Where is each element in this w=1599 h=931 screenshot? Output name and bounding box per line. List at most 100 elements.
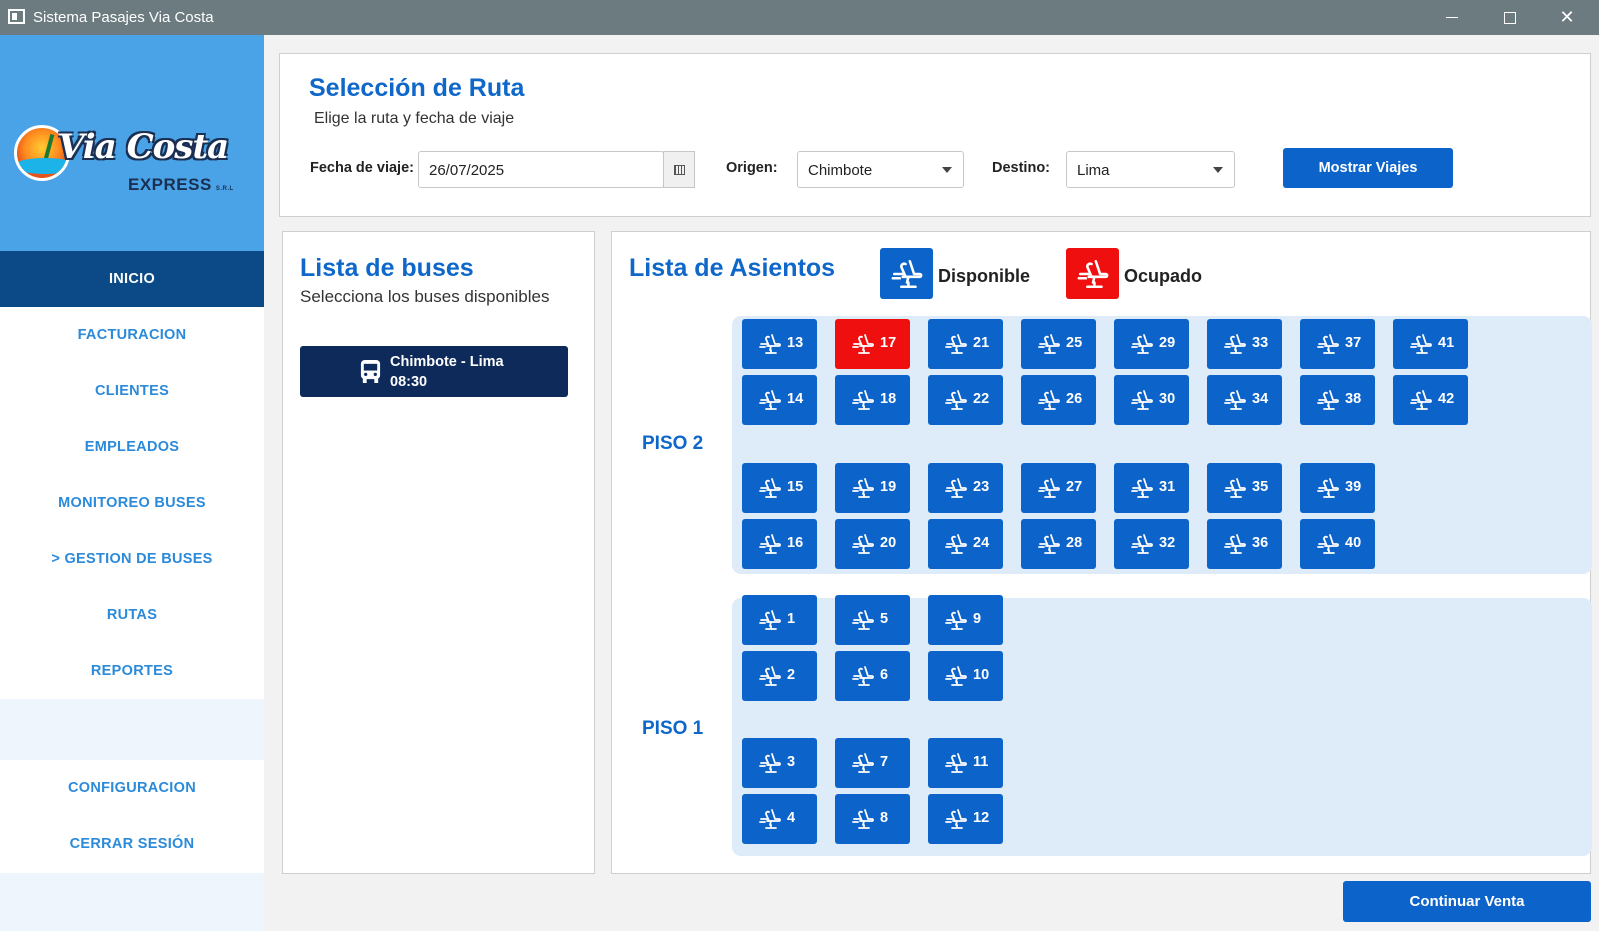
seat-number: 25 [1066, 335, 1083, 351]
seat-10[interactable]: 10 [928, 651, 1003, 701]
seat-23[interactable]: 23 [928, 463, 1003, 513]
sidebar-item-clientes[interactable]: CLIENTES [0, 363, 264, 419]
seat-12[interactable]: 12 [928, 794, 1003, 844]
maximize-button[interactable] [1485, 0, 1535, 35]
seat-19[interactable]: 19 [835, 463, 910, 513]
seat-icon [1131, 390, 1153, 410]
seat-20[interactable]: 20 [835, 519, 910, 569]
bus-route: Chimbote - Lima [390, 354, 504, 370]
seat-16[interactable]: 16 [742, 519, 817, 569]
seat-number: 8 [880, 810, 889, 826]
sidebar-item-monitoreo-buses[interactable]: MONITOREO BUSES [0, 475, 264, 531]
seat-31[interactable]: 31 [1114, 463, 1189, 513]
seat-number: 19 [880, 479, 897, 495]
seat-26[interactable]: 26 [1021, 375, 1096, 425]
seat-icon [852, 534, 874, 554]
seat-37[interactable]: 37 [1300, 319, 1375, 369]
seat-38[interactable]: 38 [1300, 375, 1375, 425]
minimize-button[interactable] [1427, 0, 1477, 35]
destination-value: Lima [1077, 162, 1110, 179]
seat-9[interactable]: 9 [928, 595, 1003, 645]
seat-number: 32 [1159, 535, 1176, 551]
title-bar: Sistema Pasajes Via Costa ✕ [0, 0, 1599, 35]
seat-42[interactable]: 42 [1393, 375, 1468, 425]
bus-list-title: Lista de buses [300, 254, 474, 282]
seat-list-panel: Lista de Asientos Disponible Ocupado PIS… [611, 231, 1592, 874]
chevron-down-icon [1213, 167, 1223, 173]
seat-icon [759, 534, 781, 554]
seat-30[interactable]: 30 [1114, 375, 1189, 425]
seat-18[interactable]: 18 [835, 375, 910, 425]
seat-icon [852, 334, 874, 354]
seat-icon [759, 610, 781, 630]
sidebar-item-facturacion[interactable]: FACTURACION [0, 307, 264, 363]
seat-icon [1224, 390, 1246, 410]
seat-icon [759, 753, 781, 773]
seat-39[interactable]: 39 [1300, 463, 1375, 513]
seat-41[interactable]: 41 [1393, 319, 1468, 369]
seat-number: 11 [973, 754, 989, 770]
seat-14[interactable]: 14 [742, 375, 817, 425]
seat-28[interactable]: 28 [1021, 519, 1096, 569]
origin-label: Origen: [726, 160, 778, 176]
seat-17[interactable]: 17 [835, 319, 910, 369]
seat-22[interactable]: 22 [928, 375, 1003, 425]
seat-4[interactable]: 4 [742, 794, 817, 844]
seat-number: 40 [1345, 535, 1362, 551]
seat-number: 13 [787, 335, 804, 351]
seat-1[interactable]: 1 [742, 595, 817, 645]
legend-occupied-label: Ocupado [1124, 266, 1203, 286]
calendar-icon [673, 164, 685, 175]
sidebar-item-gestion-de-buses[interactable]: > GESTION DE BUSES [0, 531, 264, 587]
bus-item[interactable]: Chimbote - Lima 08:30 [300, 346, 568, 397]
seat-27[interactable]: 27 [1021, 463, 1096, 513]
seat-2[interactable]: 2 [742, 651, 817, 701]
seat-36[interactable]: 36 [1207, 519, 1282, 569]
logo-area: Via Costa EXPRESS S.R.L [0, 35, 264, 256]
seat-number: 10 [973, 667, 990, 683]
seat-icon [759, 666, 781, 686]
seat-34[interactable]: 34 [1207, 375, 1282, 425]
seat-24[interactable]: 24 [928, 519, 1003, 569]
seat-8[interactable]: 8 [835, 794, 910, 844]
continue-sale-button[interactable]: Continuar Venta [1343, 881, 1591, 922]
seat-40[interactable]: 40 [1300, 519, 1375, 569]
seat-icon [1317, 334, 1339, 354]
date-field[interactable]: 26/07/2025 [418, 151, 664, 188]
sidebar-item-configuracion[interactable]: CONFIGURACION [0, 760, 264, 816]
show-trips-button[interactable]: Mostrar Viajes [1283, 148, 1453, 188]
close-icon: ✕ [1559, 7, 1575, 27]
seat-5[interactable]: 5 [835, 595, 910, 645]
seat-35[interactable]: 35 [1207, 463, 1282, 513]
sidebar-item-cerrar-sesi-n[interactable]: CERRAR SESIÓN [0, 816, 264, 872]
seat-number: 15 [787, 479, 804, 495]
sidebar-nav: INICIO FACTURACION CLIENTES EMPLEADOS MONITO… [0, 251, 264, 699]
route-selection-panel: Selección de Ruta Elige la ruta y fecha … [279, 53, 1591, 217]
calendar-button[interactable] [663, 151, 695, 188]
destination-select[interactable]: Lima [1066, 151, 1235, 188]
seat-32[interactable]: 32 [1114, 519, 1189, 569]
seat-11[interactable]: 11 [928, 738, 1003, 788]
seat-icon [1317, 478, 1339, 498]
logo: Via Costa EXPRESS S.R.L [14, 125, 244, 200]
seat-3[interactable]: 3 [742, 738, 817, 788]
seat-29[interactable]: 29 [1114, 319, 1189, 369]
seat-icon [891, 259, 922, 288]
seat-number: 37 [1345, 335, 1362, 351]
seat-13[interactable]: 13 [742, 319, 817, 369]
sidebar-item-reportes[interactable]: REPORTES [0, 643, 264, 699]
seat-6[interactable]: 6 [835, 651, 910, 701]
seat-7[interactable]: 7 [835, 738, 910, 788]
origin-select[interactable]: Chimbote [797, 151, 964, 188]
close-button[interactable]: ✕ [1542, 0, 1592, 35]
sidebar-item-inicio[interactable]: INICIO [0, 251, 264, 307]
seat-number: 35 [1252, 479, 1269, 495]
seat-15[interactable]: 15 [742, 463, 817, 513]
seat-21[interactable]: 21 [928, 319, 1003, 369]
seat-icon [1077, 259, 1108, 288]
seat-25[interactable]: 25 [1021, 319, 1096, 369]
seat-number: 14 [787, 391, 804, 407]
seat-33[interactable]: 33 [1207, 319, 1282, 369]
sidebar-item-rutas[interactable]: RUTAS [0, 587, 264, 643]
sidebar-item-empleados[interactable]: EMPLEADOS [0, 419, 264, 475]
